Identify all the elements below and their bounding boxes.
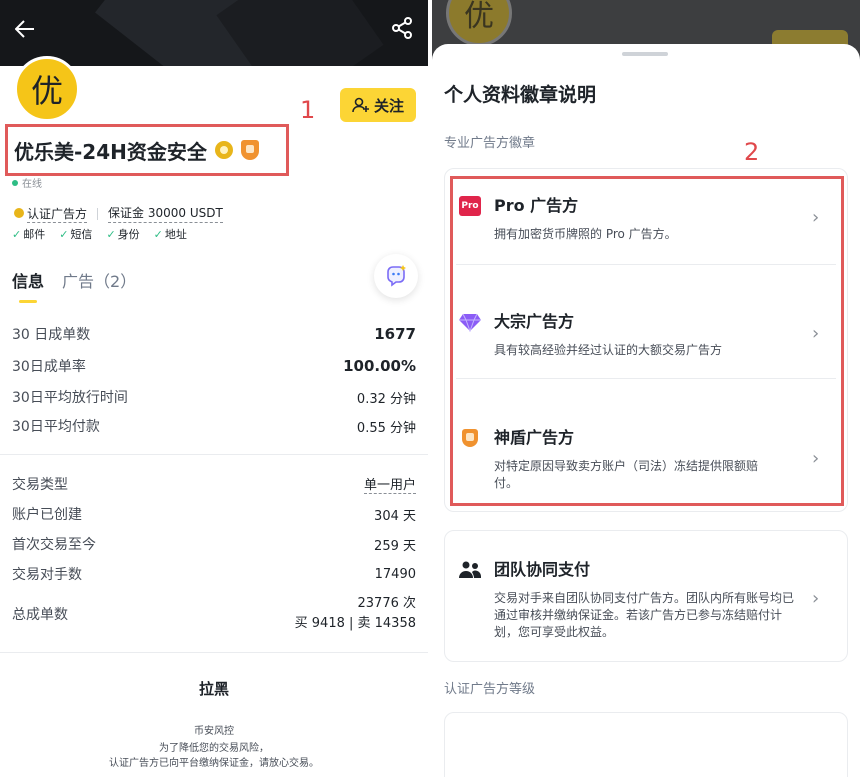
advertiser-level-card [444, 712, 848, 777]
blacklist-button[interactable]: 拉黑 [0, 678, 428, 699]
section-divider [0, 454, 428, 455]
ai-assistant-button[interactable] [374, 254, 418, 298]
check-icon: ✓ [106, 228, 116, 241]
check-icon: ✓ [153, 228, 163, 241]
add-user-icon [352, 97, 369, 113]
total-orders-value: 23776 次 [357, 596, 417, 611]
share-icon[interactable] [390, 16, 416, 42]
verification-item: ✓ 地址 [153, 228, 187, 241]
stat-row-payment-time: 30日平均付款 0.55 分钟 [12, 419, 416, 436]
team-icon [459, 561, 481, 578]
detail-row-total-orders: 总成单数 23776 次 买 9418 | 卖 14358 [12, 594, 416, 634]
verification-item: ✓ 身份 [106, 228, 140, 241]
deposit-tag[interactable]: 保证金 30000 USDT [108, 204, 223, 223]
follow-label: 关注 [373, 96, 404, 115]
merchant-name: 优乐美-24H资金安全 [14, 139, 207, 164]
tab-ads[interactable]: 广告（2） [62, 268, 136, 292]
section-advertiser-level: 认证广告方等级 [444, 682, 536, 697]
online-dot-icon [12, 179, 18, 186]
merchant-avatar: 优 [14, 56, 80, 122]
online-status: 在线 [12, 175, 42, 190]
verification-list: ✓ 邮件 ✓ 短信 ✓ 身份 ✓ 地址 [12, 226, 187, 242]
check-icon: ✓ [12, 228, 22, 241]
merchant-name-highlight: 优乐美-24H资金安全 [5, 124, 289, 176]
risk-control-line: 为了降低您的交易风险， [159, 743, 269, 754]
profile-tabs: 信息 广告（2） [12, 268, 136, 303]
stat-row-30d-completion: 30日成单率 100.00% [12, 357, 416, 375]
detail-row-trade-type: 交易类型 单一用户 [12, 474, 416, 494]
badges-highlight-box [450, 176, 844, 506]
gold-coin-icon [14, 208, 24, 218]
shield-badge-icon[interactable] [240, 140, 259, 160]
section-pro-badges: 专业广告方徽章 [444, 136, 536, 151]
badge-item-team[interactable]: 团队协同支付 交易对手来自团队协同支付广告方。团队内所有账号均已通过审核并缴纳保… [444, 556, 848, 641]
profile-header-banner [0, 0, 428, 66]
certified-advertiser-tag[interactable]: 认证广告方 [14, 205, 88, 223]
verification-item: ✓ 邮件 [12, 228, 46, 241]
detail-row-account-age: 账户已创建 304 天 [12, 507, 416, 524]
merchant-profile-panel: 优 关注 1 优乐美-24H资金安全 在线 认证广告方 保证金 30000 US… [0, 0, 428, 777]
certification-row: 认证广告方 保证金 30000 USDT [14, 204, 223, 223]
risk-control-line: 认证广告方已向平台缴纳保证金，请放心交易。 [109, 758, 319, 769]
follow-button[interactable]: 关注 [340, 88, 416, 122]
certified-badge-icon[interactable] [214, 141, 233, 159]
stat-row-30d-orders: 30 日成单数 1677 [12, 325, 416, 343]
chevron-right-icon: › [812, 588, 820, 609]
back-arrow-icon[interactable] [12, 16, 38, 42]
verification-item: ✓ 短信 [59, 228, 93, 241]
check-icon: ✓ [59, 228, 69, 241]
risk-control-title: 币安风控 [194, 726, 234, 737]
tab-info[interactable]: 信息 [12, 268, 44, 303]
annotation-number-1: 1 [300, 96, 316, 124]
detail-row-counterparties: 交易对手数 17490 [12, 566, 416, 584]
detail-row-first-trade: 首次交易至今 259 天 [12, 537, 416, 554]
annotation-number-2: 2 [744, 138, 760, 166]
sheet-title: 个人资料徽章说明 [444, 84, 597, 106]
section-divider [0, 652, 428, 653]
sparkle-chat-icon [387, 265, 406, 287]
stat-row-release-time: 30日平均放行时间 0.32 分钟 [12, 390, 416, 407]
sheet-drag-handle[interactable] [622, 52, 668, 56]
buy-sell-breakdown: 买 9418 | 卖 14358 [294, 616, 416, 631]
